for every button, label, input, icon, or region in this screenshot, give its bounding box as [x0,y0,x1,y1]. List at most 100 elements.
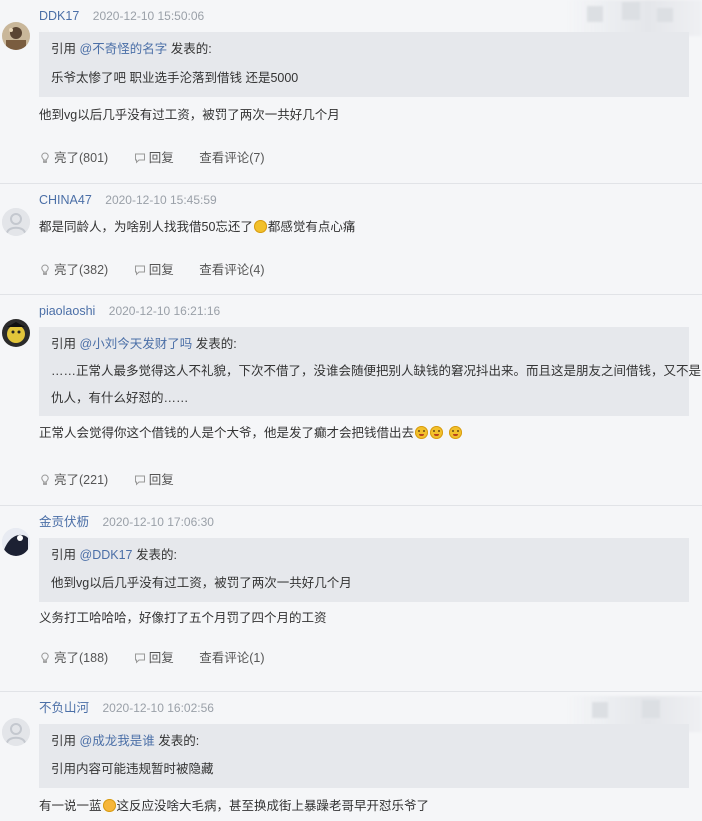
quote-block: 引用 @小刘今天发财了吗 发表的: ……正常人最多觉得这人不礼貌，下次不借了，没… [39,327,702,416]
quote-prefix: 引用 [51,42,77,56]
like-button[interactable]: 亮了(382) [39,261,108,279]
comment-list: DDK17 2020-12-10 15:50:06 引用 @不奇怪的名字 发表的… [0,0,702,821]
quoted-user-link[interactable]: @DDK17 [80,548,133,562]
comment-body: 他到vg以后几乎没有过工资，被罚了两次一共好几个月 [39,108,340,122]
view-comments-button[interactable]: 查看评论(7) [199,149,264,167]
quote-suffix: 发表的: [158,734,200,748]
quote-header: 引用 @成龙我是谁 发表的: [51,732,677,750]
comment-actions: 亮了(382) 回复 查看评论(4) [39,261,286,279]
view-comments-button[interactable]: 查看评论(1) [199,649,264,667]
reply-icon [134,153,145,164]
quote-prefix: 引用 [51,734,77,748]
quoted-user-link[interactable]: @小刘今天发财了吗 [80,337,193,351]
quote-header: 引用 @小刘今天发财了吗 发表的: [51,335,677,353]
view-comments-count: (4) [249,263,265,277]
like-icon [41,652,49,663]
avatar[interactable] [2,528,30,556]
reply-button[interactable]: 回复 [134,261,174,279]
like-icon [41,474,49,485]
timestamp: 2020-12-10 16:02:56 [102,701,214,715]
reply-label: 回复 [148,151,174,165]
quote-text-line: ……正常人最多觉得这人不礼貌，下次不借了，没谁会随便把别人缺钱的窘况抖出来。而且… [51,364,702,378]
comment-body-text: 有一说一蓝 [39,799,102,813]
reply-icon [134,475,145,486]
reply-button[interactable]: 回复 [134,149,174,167]
comment-header: 金贡伏枥 2020-12-10 17:06:30 [39,514,214,530]
view-comments-count: (7) [249,151,265,165]
reply-button[interactable]: 回复 [134,471,174,489]
like-icon [41,152,49,163]
quote-text: 乐爷太惨了吧 职业选手沦落到借钱 还是5000 [51,71,299,85]
blurred-ad-area [567,0,702,36]
avatar[interactable] [2,718,30,746]
view-comments-label: 查看评论 [199,151,250,165]
grimace-emoji-icon [253,220,267,233]
quote-text: ……正常人最多觉得这人不礼貌，下次不借了，没谁会随便把别人缺钱的窘况抖出来。而且… [51,358,702,412]
like-count: (382) [79,263,109,277]
like-count: (188) [79,651,109,665]
like-button[interactable]: 亮了(221) [39,471,108,489]
angry-emoji-icon [102,799,116,812]
comment-body-text: 都感觉有点心痛 [267,220,356,234]
quoted-user-link[interactable]: @成龙我是谁 [80,734,155,748]
comment-header: CHINA47 2020-12-10 15:45:59 [39,192,217,208]
like-label: 亮了 [54,263,80,277]
quote-prefix: 引用 [51,548,77,562]
quote-text-line: 仇人，有什么好怼的…… [51,391,189,405]
quote-block: 引用 @不奇怪的名字 发表的: 乐爷太惨了吧 职业选手沦落到借钱 还是5000 [39,32,689,97]
comment-body: 有一说一蓝 这反应没啥大毛病，甚至换成街上暴躁老哥早开怼乐爷了 [39,797,689,815]
username-link[interactable]: DDK17 [39,9,79,23]
comment-body-text: 正常人会觉得你这个借钱的人是个大爷，他是发了癫才会把钱借出去 [39,426,415,440]
timestamp: 2020-12-10 15:50:06 [92,9,205,23]
view-comments-label: 查看评论 [199,651,250,665]
comment-body: 正常人会觉得你这个借钱的人是个大爷，他是发了癫才会把钱借出去 [39,424,689,442]
comment-header: 不负山河 2020-12-10 16:02:56 [39,700,214,716]
quote-block: 引用 @成龙我是谁 发表的: 引用内容可能违规暂时被隐藏 [39,724,689,788]
comment-item: 不负山河 2020-12-10 16:02:56 引用 @成龙我是谁 发表的: … [0,692,702,821]
comment-body: 都是同龄人，为啥别人找我借50忘还了 都感觉有点心痛 [39,218,689,236]
blush-emoji-icon [448,426,462,439]
username-link[interactable]: piaolaoshi [39,304,95,318]
avatar[interactable] [2,208,30,236]
quote-header: 引用 @不奇怪的名字 发表的: [51,40,677,58]
blush-emoji-icon [415,426,429,439]
reply-label: 回复 [148,473,174,487]
like-label: 亮了 [54,151,80,165]
reply-button[interactable]: 回复 [134,649,174,667]
comment-header: DDK17 2020-12-10 15:50:06 [39,8,204,24]
comment-item: 金贡伏枥 2020-12-10 17:06:30 引用 @DDK17 发表的: … [0,506,702,692]
reply-icon [134,265,145,276]
view-comments-button[interactable]: 查看评论(4) [199,261,264,279]
timestamp: 2020-12-10 17:06:30 [102,515,214,529]
reply-icon [134,653,145,664]
comment-actions: 亮了(188) 回复 查看评论(1) [39,649,286,667]
like-icon [41,264,49,275]
like-count: (221) [79,473,109,487]
like-count: (801) [79,151,109,165]
comment-item: CHINA47 2020-12-10 15:45:59 都是同龄人，为啥别人找我… [0,184,702,295]
quote-text: 他到vg以后几乎没有过工资，被罚了两次一共好几个月 [51,576,352,590]
quoted-user-link[interactable]: @不奇怪的名字 [80,42,168,56]
quote-block: 引用 @DDK17 发表的: 他到vg以后几乎没有过工资，被罚了两次一共好几个月 [39,538,689,602]
comment-body-text: 都是同龄人，为啥别人找我借50忘还了 [39,220,253,234]
username-link[interactable]: 不负山河 [39,701,89,715]
avatar[interactable] [2,22,30,50]
blush-emoji-icon [430,426,444,439]
like-label: 亮了 [54,651,80,665]
view-comments-label: 查看评论 [199,263,250,277]
username-link[interactable]: CHINA47 [39,193,92,207]
reply-label: 回复 [148,263,174,277]
comment-body: 义务打工哈哈哈，好像打了五个月罚了四个月的工资 [39,611,327,625]
like-button[interactable]: 亮了(188) [39,649,108,667]
comment-item: DDK17 2020-12-10 15:50:06 引用 @不奇怪的名字 发表的… [0,0,702,184]
timestamp: 2020-12-10 16:21:16 [108,304,221,318]
reply-label: 回复 [148,651,174,665]
quote-suffix: 发表的: [195,337,237,351]
comment-body-text: 这反应没啥大毛病，甚至换成街上暴躁老哥早开怼乐爷了 [116,799,430,813]
timestamp: 2020-12-10 15:45:59 [105,193,217,207]
like-button[interactable]: 亮了(801) [39,149,108,167]
avatar[interactable] [2,319,30,347]
username-link[interactable]: 金贡伏枥 [39,515,89,529]
quote-header: 引用 @DDK17 发表的: [51,546,677,564]
view-comments-count: (1) [249,651,265,665]
